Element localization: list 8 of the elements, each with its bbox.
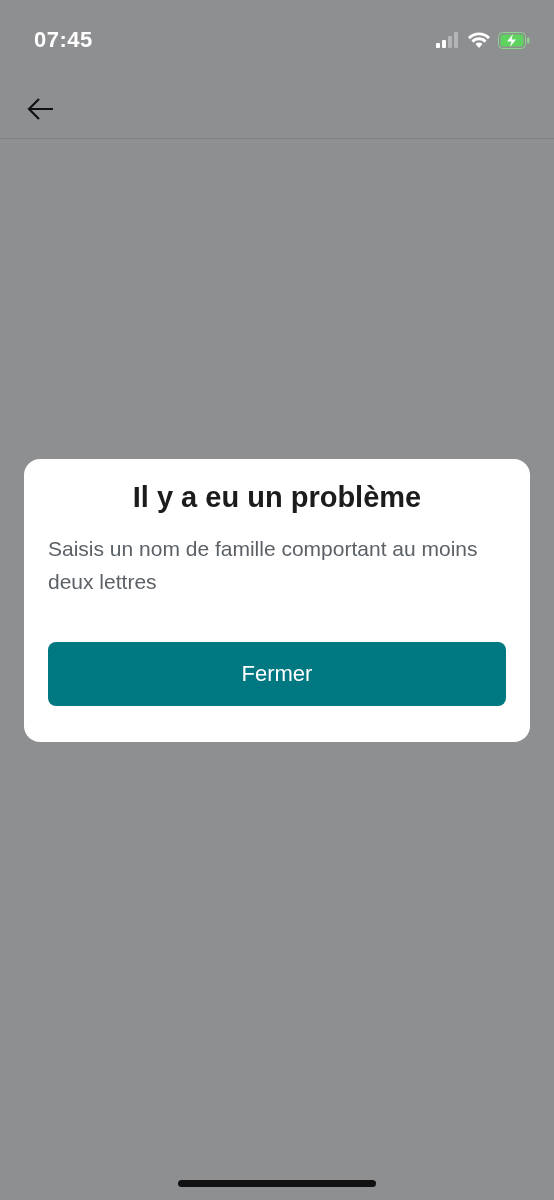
dialog-message: Saisis un nom de famille comportant au moins deux lettres: [48, 536, 479, 595]
wifi-icon: [468, 32, 490, 48]
dialog-title: Il y a eu un problème: [131, 481, 423, 514]
battery-charging-icon: [498, 31, 530, 49]
signal-icon: [436, 32, 460, 48]
status-time: 07:45: [34, 27, 93, 53]
back-arrow-icon[interactable]: [26, 97, 54, 121]
close-button[interactable]: Fermer: [48, 642, 506, 706]
